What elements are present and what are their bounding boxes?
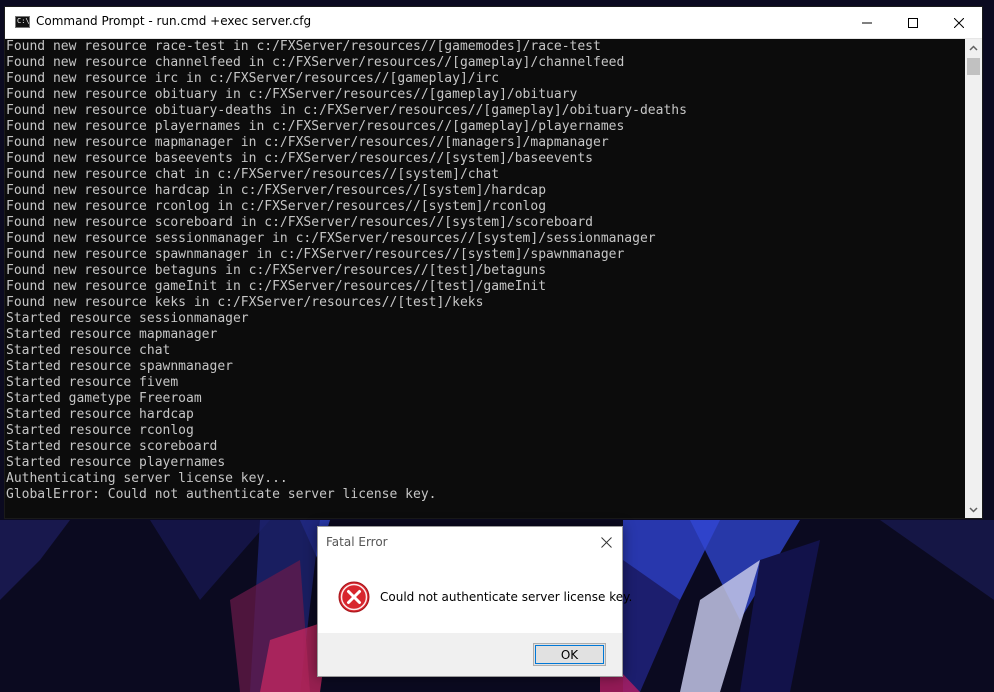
console-line: Found new resource race-test in c:/FXSer… xyxy=(6,39,601,54)
fatal-error-dialog[interactable]: Fatal Error Could not authenticate serve… xyxy=(317,526,632,677)
console-line: Started resource chat xyxy=(6,343,171,358)
scroll-down-arrow[interactable] xyxy=(965,501,982,518)
dialog-footer: OK xyxy=(318,633,622,676)
console-line: Found new resource chat in c:/FXServer/r… xyxy=(6,167,500,182)
dialog-close-button[interactable] xyxy=(596,532,616,552)
console-line: Found new resource mapmanager in c:/FXSe… xyxy=(6,135,609,150)
error-icon xyxy=(338,581,370,613)
console-line: Started resource fivem xyxy=(6,375,179,390)
console-line: GlobalError: Could not authenticate serv… xyxy=(6,487,437,502)
console-line: Found new resource hardcap in c:/FXServe… xyxy=(6,183,547,198)
console-line: Authenticating server license key... xyxy=(6,471,288,486)
console-line: Found new resource betaguns in c:/FXServ… xyxy=(6,263,547,278)
minimize-button[interactable] xyxy=(844,7,890,38)
console-line: Found new resource rconlog in c:/FXServe… xyxy=(6,199,547,214)
console-line: Found new resource spawnmanager in c:/FX… xyxy=(6,247,625,262)
ok-button[interactable]: OK xyxy=(533,643,606,666)
minimize-icon xyxy=(862,22,872,23)
console-line: Found new resource scoreboard in c:/FXSe… xyxy=(6,215,593,230)
console-line: Found new resource obituary-deaths in c:… xyxy=(6,103,687,118)
maximize-icon xyxy=(908,17,918,28)
chevron-up-icon xyxy=(969,44,978,51)
scroll-up-arrow[interactable] xyxy=(965,39,982,56)
dialog-message: Could not authenticate server license ke… xyxy=(380,590,633,604)
console-line: Started resource rconlog xyxy=(6,423,194,438)
close-icon xyxy=(954,17,964,28)
console-line: Started resource mapmanager xyxy=(6,327,218,342)
chevron-down-icon xyxy=(969,506,978,513)
dialog-title: Fatal Error xyxy=(326,535,388,549)
console-line: Found new resource channelfeed in c:/FXS… xyxy=(6,55,625,70)
close-button[interactable] xyxy=(936,7,982,38)
maximize-button[interactable] xyxy=(890,7,936,38)
console-line: Found new resource obituary in c:/FXServ… xyxy=(6,87,578,102)
title-bar[interactable]: C:\. Command Prompt - run.cmd +exec serv… xyxy=(5,7,982,39)
console-line: Found new resource sessionmanager in c:/… xyxy=(6,231,656,246)
close-icon xyxy=(600,536,612,548)
cmd-icon: C:\. xyxy=(15,16,30,28)
vertical-scrollbar[interactable] xyxy=(965,39,982,518)
console-line: Started resource spawnmanager xyxy=(6,359,233,374)
command-prompt-window[interactable]: C:\. Command Prompt - run.cmd +exec serv… xyxy=(4,6,983,519)
console-line: Found new resource playernames in c:/FXS… xyxy=(6,119,625,134)
console-line: Found new resource irc in c:/FXServer/re… xyxy=(6,71,500,86)
window-title: Command Prompt - run.cmd +exec server.cf… xyxy=(36,14,312,28)
scroll-thumb[interactable] xyxy=(967,58,980,75)
console-line: Started resource scoreboard xyxy=(6,439,218,454)
console-line: Started gametype Freeroam xyxy=(6,391,202,406)
console-output[interactable]: Found new resource race-test in c:/FXSer… xyxy=(6,39,966,518)
console-line: Started resource hardcap xyxy=(6,407,194,422)
console-line: Found new resource gameInit in c:/FXServ… xyxy=(6,279,547,294)
console-line: Found new resource baseevents in c:/FXSe… xyxy=(6,151,593,166)
console-line: Found new resource keks in c:/FXServer/r… xyxy=(6,295,484,310)
console-line: Started resource playernames xyxy=(6,455,226,470)
console-line: Started resource sessionmanager xyxy=(6,311,249,326)
